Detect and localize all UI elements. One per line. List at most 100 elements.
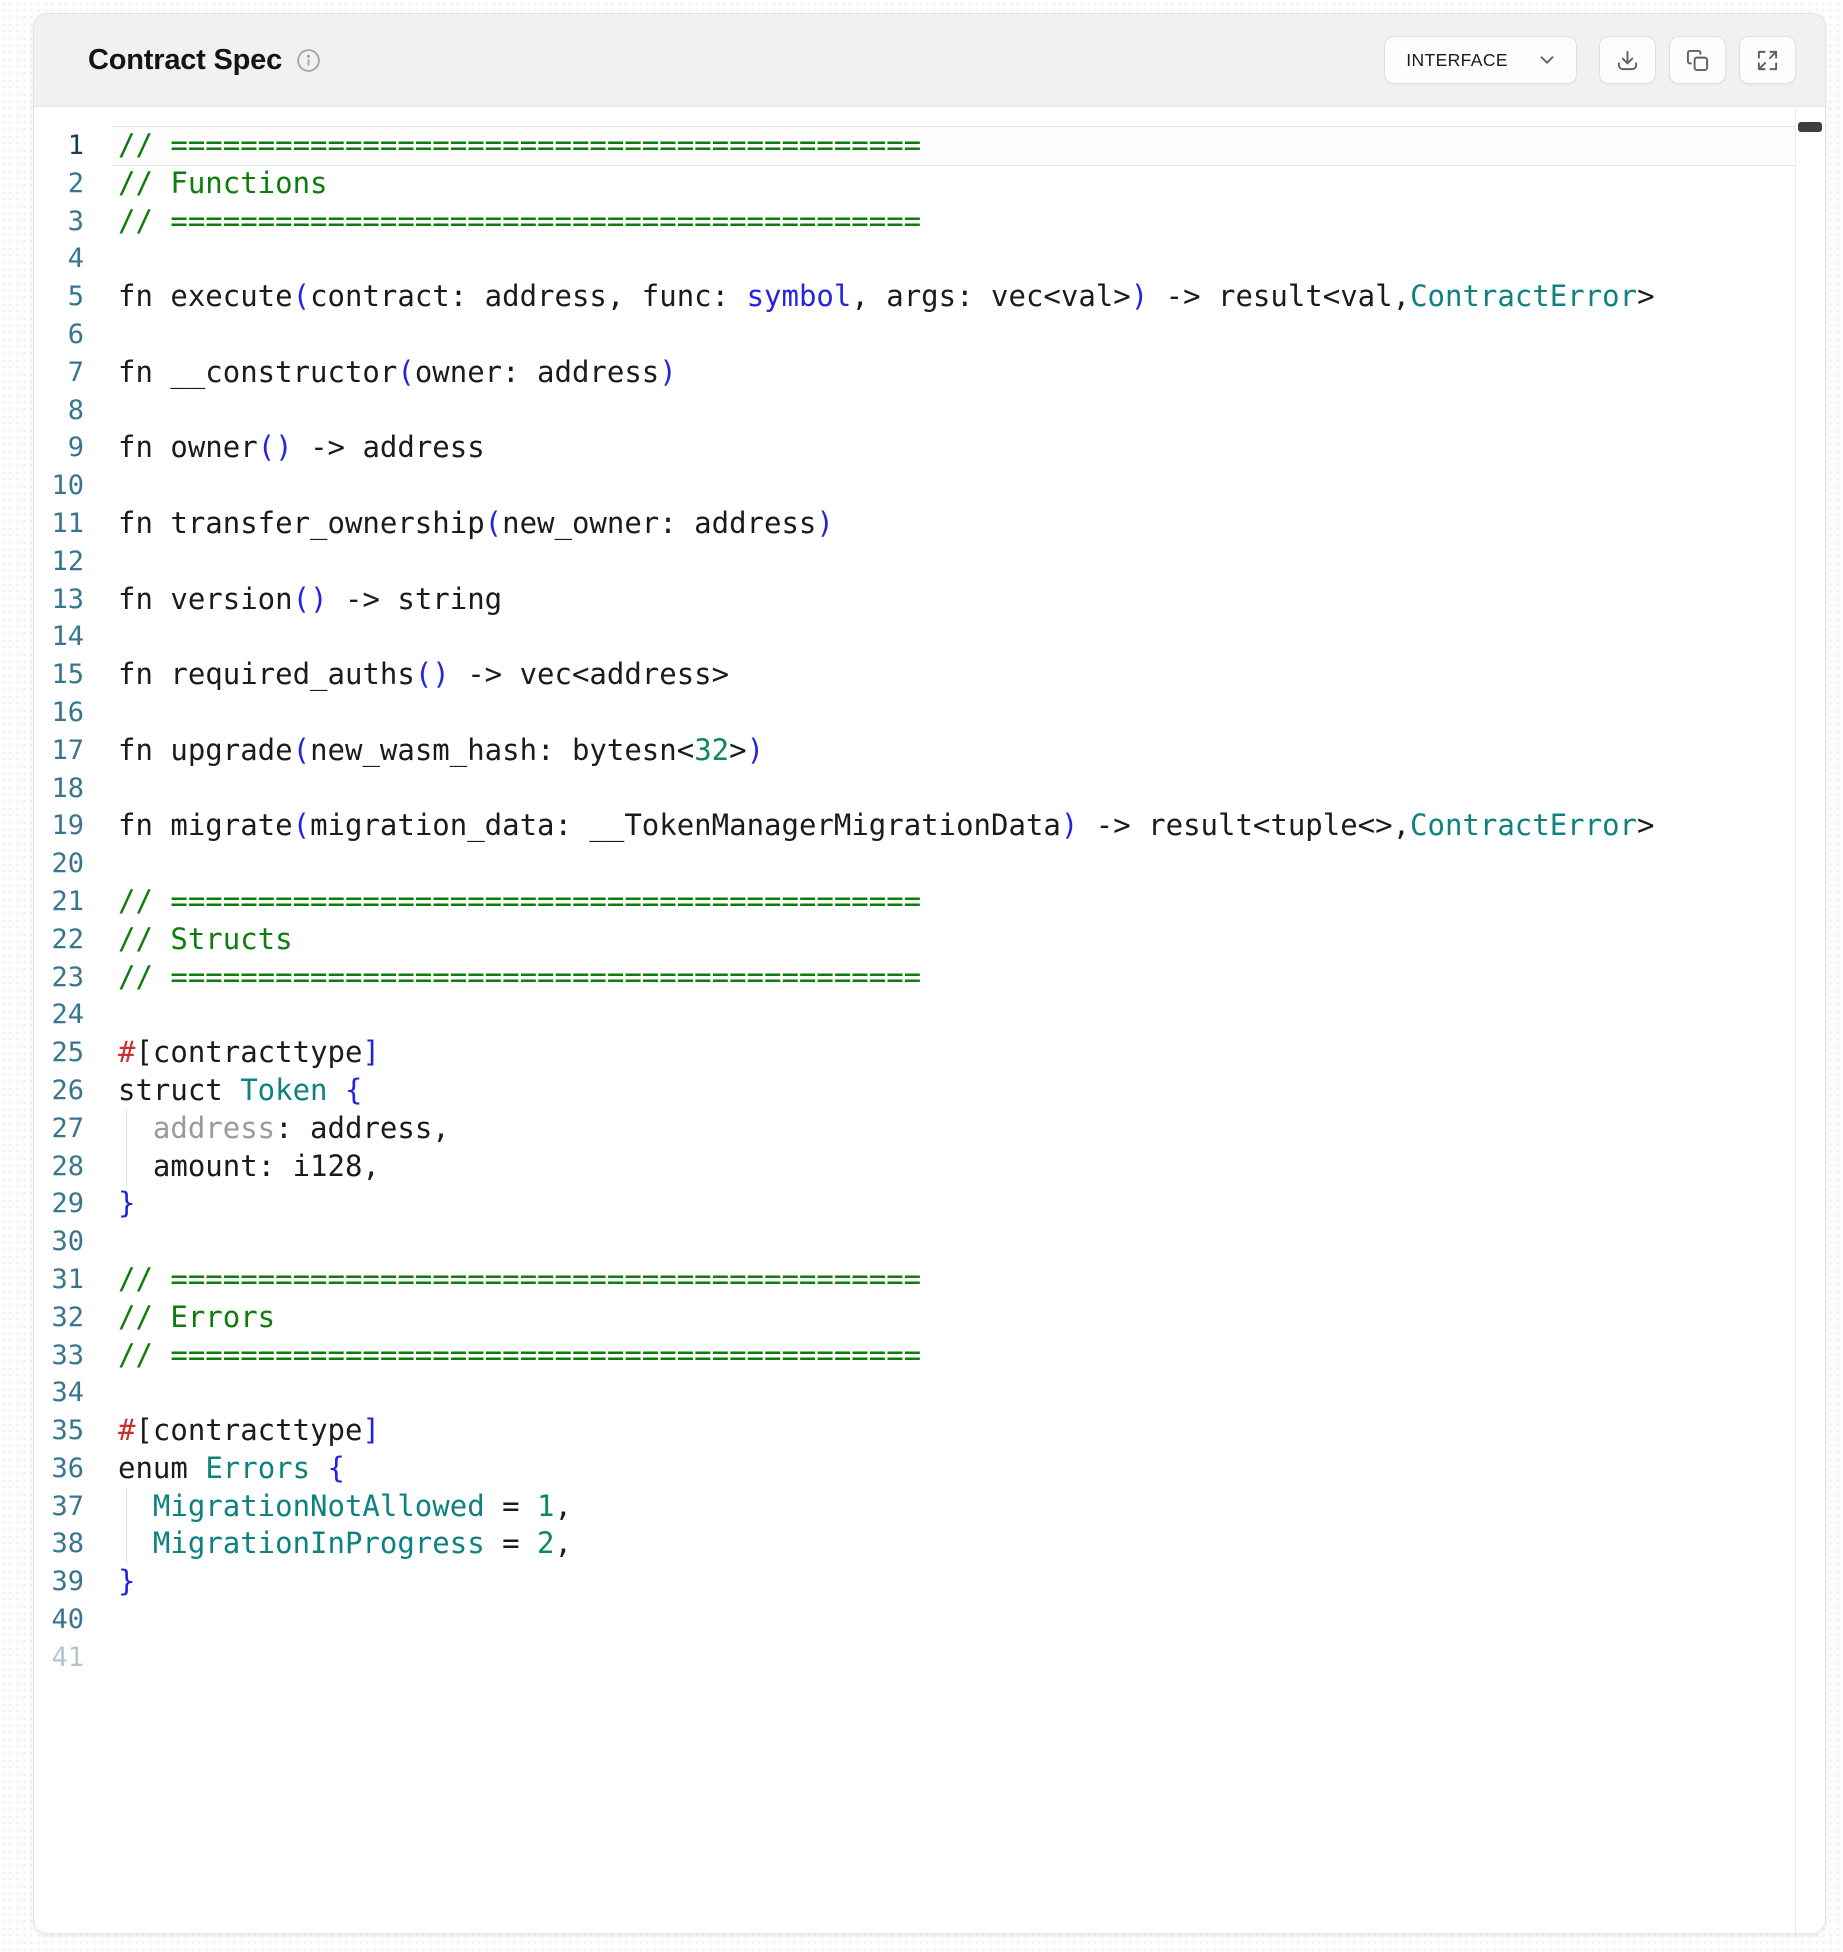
line-number: 25	[34, 1034, 84, 1072]
code-line-content: MigrationNotAllowed = 1,	[118, 1488, 1795, 1526]
code-line-content: // =====================================…	[118, 959, 1795, 997]
code-line: 11 fn transfer_ownership(new_owner: addre…	[34, 505, 1795, 543]
code-line: 19fn migrate(migration_data: __TokenMana…	[34, 807, 1795, 845]
code-line: 14	[34, 618, 1795, 656]
info-icon[interactable]	[296, 48, 321, 73]
download-button[interactable]	[1599, 36, 1656, 84]
line-number: 7	[34, 354, 84, 392]
code-line-content: // =====================================…	[118, 1337, 1795, 1375]
line-number: 6	[34, 316, 84, 354]
line-number: 17	[34, 732, 84, 770]
expand-icon	[1756, 49, 1779, 72]
code-line: 31// ===================================…	[34, 1261, 1795, 1299]
indent-guide	[126, 1148, 127, 1186]
line-number: 2	[34, 165, 84, 203]
line-number: 30	[34, 1223, 84, 1261]
code-line: 17 fn upgrade(new_wasm_hash: bytesn<32>)	[34, 732, 1795, 770]
code-line: 34	[34, 1374, 1795, 1412]
code-line-content: fn upgrade(new_wasm_hash: bytesn<32>)	[118, 732, 1795, 770]
line-number: 40	[34, 1601, 84, 1639]
line-number: 4	[34, 240, 84, 278]
code-line: 1 // ====================================…	[34, 127, 1795, 165]
interface-dropdown-label: INTERFACE	[1406, 50, 1508, 71]
scrollbar-thumb[interactable]	[1798, 122, 1822, 132]
code-line: 27 address: address,	[34, 1110, 1795, 1148]
vertical-scrollbar[interactable]	[1795, 107, 1825, 1933]
code-line: 2 // Functions	[34, 165, 1795, 203]
line-number: 41	[34, 1639, 84, 1677]
code-line: 3 // ====================================…	[34, 203, 1795, 241]
indent-guide	[126, 1110, 127, 1148]
line-number: 10	[34, 467, 84, 505]
code-line-content: // =====================================…	[118, 127, 1795, 165]
code-line: 6	[34, 316, 1795, 354]
chevron-down-icon	[1536, 49, 1558, 71]
code-line: 30	[34, 1223, 1795, 1261]
code-line-content: // Errors	[118, 1299, 1795, 1337]
code-line-content: // Functions	[118, 165, 1795, 203]
page-title: Contract Spec	[88, 44, 282, 77]
line-number: 39	[34, 1563, 84, 1601]
indent-guide	[126, 1525, 127, 1563]
line-number: 26	[34, 1072, 84, 1110]
indent-guide	[126, 1488, 127, 1526]
code-line: 9fn owner() -> address	[34, 429, 1795, 467]
line-number: 1	[34, 127, 84, 165]
code-editor[interactable]: 1 // ====================================…	[34, 107, 1795, 1933]
code-line: 7fn __constructor(owner: address)	[34, 354, 1795, 392]
line-number: 31	[34, 1261, 84, 1299]
contract-spec-panel: Contract Spec INTERFACE	[33, 13, 1826, 1934]
code-line-content: fn required_auths() -> vec<address>	[118, 656, 1795, 694]
code-line-content: fn owner() -> address	[118, 429, 1795, 467]
line-number: 21	[34, 883, 84, 921]
line-number: 32	[34, 1299, 84, 1337]
line-number: 28	[34, 1148, 84, 1186]
expand-button[interactable]	[1739, 36, 1796, 84]
line-number: 37	[34, 1488, 84, 1526]
code-line: 39}	[34, 1563, 1795, 1601]
line-number: 8	[34, 392, 84, 430]
line-number: 23	[34, 959, 84, 997]
code-line: 37 MigrationNotAllowed = 1,	[34, 1488, 1795, 1526]
code-line: 8	[34, 392, 1795, 430]
code-line: 41	[34, 1639, 1795, 1677]
line-number: 14	[34, 618, 84, 656]
code-line: 36 enum Errors {	[34, 1450, 1795, 1488]
code-line: 10	[34, 467, 1795, 505]
code-line-content: fn migrate(migration_data: __TokenManage…	[118, 807, 1795, 845]
code-line-content: amount: i128,	[118, 1148, 1795, 1186]
code-line-content: enum Errors {	[118, 1450, 1795, 1488]
code-line-content: #[contracttype]	[118, 1034, 1795, 1072]
line-number: 36	[34, 1450, 84, 1488]
panel-header-actions: INTERFACE	[1384, 36, 1796, 84]
code-line: 29}	[34, 1185, 1795, 1223]
code-line-content: address: address,	[118, 1110, 1795, 1148]
code-line: 35#[contracttype]	[34, 1412, 1795, 1450]
code-line-content: // =====================================…	[118, 203, 1795, 241]
code-line: 21// ===================================…	[34, 883, 1795, 921]
code-panel: 1 // ====================================…	[34, 107, 1825, 1933]
code-line: 15fn required_auths() -> vec<address>	[34, 656, 1795, 694]
code-line: 22// Structs	[34, 921, 1795, 959]
line-number: 11	[34, 505, 84, 543]
line-number: 13	[34, 581, 84, 619]
line-number: 12	[34, 543, 84, 581]
interface-dropdown[interactable]: INTERFACE	[1384, 36, 1577, 84]
line-number: 3	[34, 203, 84, 241]
code-lines: 1 // ====================================…	[34, 127, 1795, 1677]
line-number: 20	[34, 845, 84, 883]
code-line: 20	[34, 845, 1795, 883]
line-number: 34	[34, 1374, 84, 1412]
copy-button[interactable]	[1669, 36, 1726, 84]
line-number: 38	[34, 1525, 84, 1563]
code-line: 32 // Errors	[34, 1299, 1795, 1337]
code-line-content: // Structs	[118, 921, 1795, 959]
code-line-content: fn version() -> string	[118, 581, 1795, 619]
line-number: 16	[34, 694, 84, 732]
code-line-content: fn execute(contract: address, func: symb…	[118, 278, 1795, 316]
line-number: 35	[34, 1412, 84, 1450]
panel-header-left: Contract Spec	[88, 44, 321, 77]
code-line-content: fn transfer_ownership(new_owner: address…	[118, 505, 1795, 543]
code-line-content: struct Token {	[118, 1072, 1795, 1110]
download-icon	[1616, 49, 1639, 72]
